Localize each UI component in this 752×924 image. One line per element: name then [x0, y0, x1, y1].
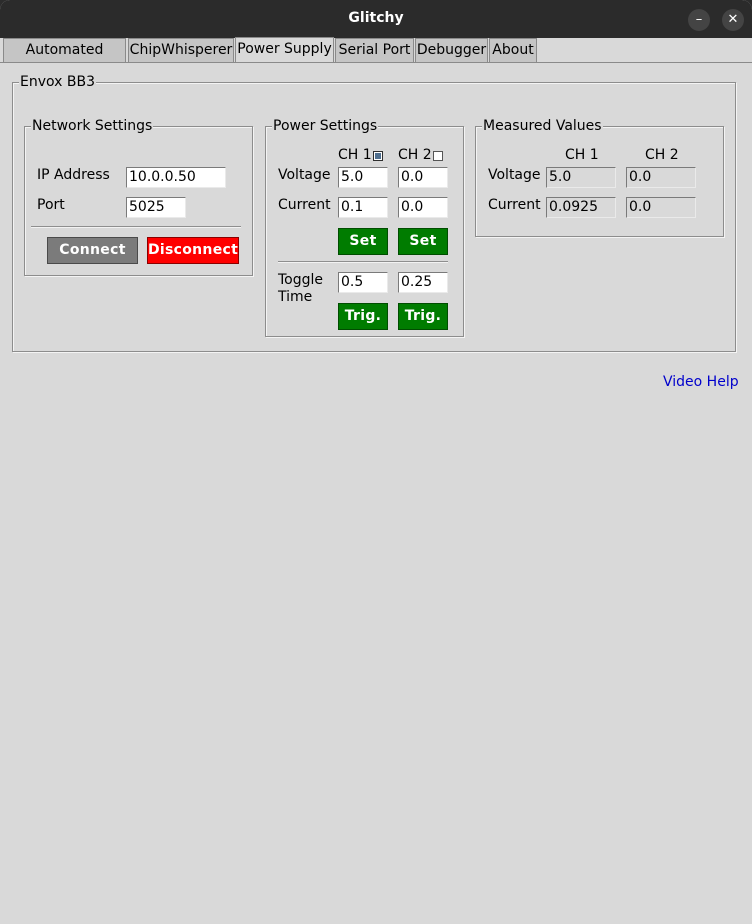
power-supply-panel: Envox BB3 Network Settings IP Address 10…	[0, 62, 752, 924]
power-ch2-label: CH 2	[398, 147, 432, 163]
title-bar[interactable]: Glitchy – ✕	[0, 0, 752, 38]
tab-automated-glitch[interactable]: Automated Glitch	[3, 38, 126, 80]
ch2-set-button[interactable]: Set	[398, 228, 448, 255]
connect-button[interactable]: Connect	[47, 237, 138, 264]
toggle-time-label: Time	[278, 289, 313, 305]
power-voltage-label: Voltage	[278, 167, 331, 183]
ch1-set-button[interactable]: Set	[338, 228, 388, 255]
tab-power-supply[interactable]: Power Supply	[235, 37, 334, 63]
measured-voltage-label: Voltage	[488, 167, 541, 183]
ch2-toggle-input[interactable]: 0.25	[398, 272, 448, 293]
ch2-current-input[interactable]: 0.0	[398, 197, 448, 218]
ch2-voltage-input[interactable]: 0.0	[398, 167, 448, 188]
minimize-icon[interactable]: –	[688, 9, 710, 31]
port-input[interactable]: 5025	[126, 197, 186, 218]
close-icon[interactable]: ✕	[722, 9, 744, 31]
power-settings-frame: Power Settings CH 1 CH 2 Voltage 5.0 0.0…	[265, 118, 464, 337]
window-title: Glitchy	[348, 10, 404, 26]
network-settings-title: Network Settings	[31, 118, 154, 134]
measured-ch1-label: CH 1	[565, 147, 599, 163]
measured-ch2-label: CH 2	[645, 147, 679, 163]
ch2-trig-button[interactable]: Trig.	[398, 303, 448, 330]
video-help-link[interactable]: Video Help	[663, 374, 739, 390]
power-current-label: Current	[278, 197, 331, 213]
tab-chipwhisperer[interactable]: ChipWhisperer	[128, 38, 234, 62]
port-label: Port	[37, 197, 65, 213]
measured-values-frame: Measured Values CH 1 CH 2 Voltage 5.0 0.…	[475, 118, 724, 237]
ip-address-label: IP Address	[37, 167, 110, 183]
ch1-measured-voltage: 5.0	[546, 167, 616, 188]
measured-current-label: Current	[488, 197, 541, 213]
disconnect-button[interactable]: Disconnect	[147, 237, 239, 264]
app-window: Glitchy – ✕ Automated Glitch ChipWhisper…	[0, 0, 752, 924]
power-separator	[278, 261, 448, 263]
ch1-voltage-input[interactable]: 5.0	[338, 167, 388, 188]
device-frame-title: Envox BB3	[19, 74, 96, 90]
tab-about[interactable]: About	[489, 38, 537, 62]
network-settings-frame: Network Settings IP Address 10.0.0.50 Po…	[24, 118, 253, 276]
ch1-trig-button[interactable]: Trig.	[338, 303, 388, 330]
ch1-measured-current: 0.0925	[546, 197, 616, 218]
power-ch1-label: CH 1	[338, 147, 372, 163]
tab-serial-port[interactable]: Serial Port	[335, 38, 414, 62]
ch1-enable-checkbox[interactable]	[373, 151, 383, 161]
power-settings-title: Power Settings	[272, 118, 379, 134]
measured-values-title: Measured Values	[482, 118, 603, 134]
device-frame: Envox BB3 Network Settings IP Address 10…	[12, 74, 736, 352]
ch2-enable-checkbox[interactable]	[433, 151, 443, 161]
tab-debugger[interactable]: Debugger	[415, 38, 488, 62]
toggle-label: Toggle	[278, 272, 324, 288]
ch2-measured-voltage: 0.0	[626, 167, 696, 188]
network-separator	[31, 226, 241, 228]
ip-address-input[interactable]: 10.0.0.50	[126, 167, 226, 188]
ch2-measured-current: 0.0	[626, 197, 696, 218]
ch1-current-input[interactable]: 0.1	[338, 197, 388, 218]
ch1-toggle-input[interactable]: 0.5	[338, 272, 388, 293]
